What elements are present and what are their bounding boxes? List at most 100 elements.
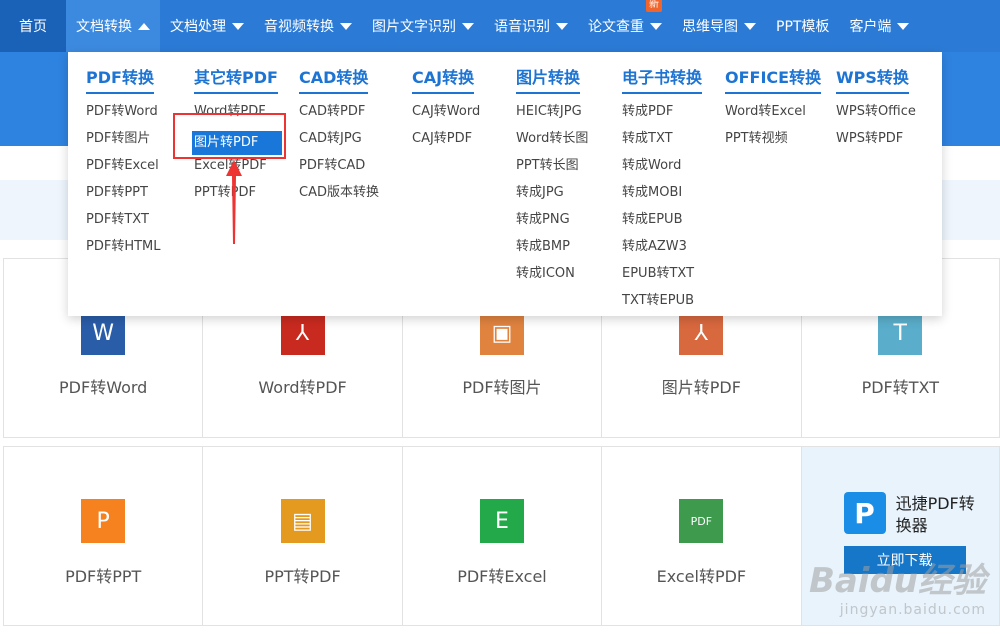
dropdown-column-title[interactable]: WPS转换	[836, 64, 909, 94]
nav-item-2[interactable]: 文档处理	[160, 0, 254, 52]
dropdown-link[interactable]: 转成Word	[622, 158, 702, 185]
word-icon: W	[81, 311, 126, 355]
nav-item-5[interactable]: 语音识别	[484, 0, 578, 52]
dropdown-column-title[interactable]: 其它转PDF	[194, 64, 278, 94]
nav-item-8[interactable]: PPT模板	[766, 0, 839, 52]
dropdown-link[interactable]: 转成AZW3	[622, 239, 702, 266]
highlight-box	[173, 113, 286, 159]
dropdown-column-title[interactable]: CAD转换	[299, 64, 369, 94]
dropdown-column-0: PDF转换 PDF转Word PDF转图片 PDF转Excel PDF转PPT PDF转T…	[86, 64, 161, 266]
tool-tile-label: 图片转PDF	[661, 378, 741, 397]
dropdown-link-label: 转成PNG	[516, 212, 570, 227]
dropdown-link-label: PDF转图片	[86, 131, 151, 146]
dropdown-column-2: CAD转换 CAD转PDF CAD转JPG PDF转CAD CAD版本转换	[299, 64, 379, 212]
dropdown-link[interactable]: PDF转TXT	[86, 212, 161, 239]
dropdown-link[interactable]: TXT转EPUB	[622, 293, 702, 320]
tool-tile-label: PPT转PDF	[264, 567, 341, 586]
dropdown-link[interactable]: PDF转Excel	[86, 158, 161, 185]
dropdown-link[interactable]: PPT转长图	[516, 158, 588, 185]
dropdown-link[interactable]: 转成MOBI	[622, 185, 702, 212]
dropdown-link-label: CAJ转PDF	[412, 131, 473, 146]
tool-tile[interactable]: P PDF转PPT	[3, 446, 203, 626]
dropdown-link-label: PDF转Word	[86, 104, 158, 119]
dropdown-link[interactable]: Word转Excel	[725, 104, 821, 131]
dropdown-link-label: TXT转EPUB	[622, 293, 695, 308]
nav-item-label: 论文查重	[588, 19, 644, 35]
excel-icon: E	[479, 499, 524, 543]
dropdown-link[interactable]: CAD转PDF	[299, 104, 379, 131]
dropdown-column-title[interactable]: CAJ转换	[412, 64, 475, 94]
dropdown-link-label: 转成ICON	[516, 266, 575, 281]
dropdown-link[interactable]: PDF转CAD	[299, 158, 379, 185]
ppt-pdf-icon: ▤	[280, 499, 325, 543]
dropdown-column-title[interactable]: PDF转换	[86, 64, 154, 94]
dropdown-link[interactable]: EPUB转TXT	[622, 266, 702, 293]
dropdown-link[interactable]: Word转长图	[516, 131, 588, 158]
dropdown-link-label: 转成JPG	[516, 185, 564, 200]
dropdown-link-label: CAD转JPG	[299, 131, 362, 146]
tool-tile[interactable]: ▤ PPT转PDF	[202, 446, 402, 626]
dropdown-link-label: PPT转视频	[725, 131, 788, 146]
caret-down-icon	[744, 22, 756, 30]
nav-item-4[interactable]: 图片文字识别	[362, 0, 484, 52]
nav-item-label: 语音识别	[494, 19, 550, 35]
dropdown-link[interactable]: CAD转JPG	[299, 131, 379, 158]
dropdown-link[interactable]: 转成PNG	[516, 212, 588, 239]
nav-item-7[interactable]: 思维导图	[672, 0, 766, 52]
nav-item-9[interactable]: 客户端	[839, 0, 919, 52]
tool-tile-label: PDF转PPT	[65, 567, 142, 586]
dropdown-column-6: OFFICE转换 Word转Excel PPT转视频	[725, 64, 822, 158]
caret-down-icon	[897, 22, 910, 30]
dropdown-link[interactable]: 转成EPUB	[622, 212, 702, 239]
nav-item-0[interactable]: 首页	[0, 0, 66, 52]
nav-item-label: 文档处理	[170, 19, 226, 35]
dropdown-link-label: CAD转PDF	[299, 104, 366, 119]
dropdown-link[interactable]: CAJ转PDF	[412, 131, 480, 158]
dropdown-link[interactable]: HEIC转JPG	[516, 104, 588, 131]
watermark-url: jingyan.baidu.com	[839, 602, 986, 618]
dropdown-link-label: CAD版本转换	[299, 185, 379, 200]
dropdown-link-label: PDF转TXT	[86, 212, 149, 227]
dropdown-link-label: 转成BMP	[516, 239, 570, 254]
dropdown-link-label: PDF转PPT	[86, 185, 148, 200]
dropdown-link-label: 转成MOBI	[622, 185, 683, 200]
dropdown-link[interactable]: CAJ转Word	[412, 104, 480, 131]
dropdown-link[interactable]: CAD版本转换	[299, 185, 379, 212]
doc-convert-dropdown: PDF转换 PDF转Word PDF转图片 PDF转Excel PDF转PPT PDF转T…	[68, 52, 942, 316]
dropdown-link-label: 转成PDF	[622, 104, 674, 119]
caret-down-icon	[232, 22, 244, 30]
dropdown-link-label: Word转Excel	[725, 104, 806, 119]
tool-tile-label: PDF转Excel	[457, 567, 547, 586]
dropdown-link[interactable]: 转成JPG	[516, 185, 588, 212]
caret-down-icon	[556, 22, 568, 30]
dropdown-link[interactable]: 转成ICON	[516, 266, 588, 293]
dropdown-column-title[interactable]: OFFICE转换	[725, 64, 822, 94]
nav-item-label: 音视频转换	[264, 19, 334, 35]
dropdown-link[interactable]: PDF转图片	[86, 131, 161, 158]
tool-tile-label: Word转PDF	[258, 378, 347, 397]
nav-item-6[interactable]: 论文查重新	[578, 0, 672, 52]
dropdown-link[interactable]: PDF转HTML	[86, 239, 161, 266]
nav-item-3[interactable]: 音视频转换	[254, 0, 362, 52]
dropdown-link[interactable]: 转成PDF	[622, 104, 702, 131]
app-logo-icon: P	[843, 492, 886, 534]
tool-tile-label: PDF转Word	[59, 378, 148, 397]
nav-item-1[interactable]: 文档转换	[66, 0, 160, 52]
dropdown-link[interactable]: 转成TXT	[622, 131, 702, 158]
dropdown-link[interactable]: 转成BMP	[516, 239, 588, 266]
tool-tile[interactable]: E PDF转Excel	[401, 446, 602, 626]
dropdown-link[interactable]: PDF转Word	[86, 104, 161, 131]
dropdown-link-label: Word转长图	[516, 131, 589, 146]
dropdown-column-title[interactable]: 图片转换	[516, 64, 581, 94]
dropdown-link[interactable]: PDF转PPT	[86, 185, 161, 212]
dropdown-link[interactable]: WPS转Office	[836, 104, 916, 131]
dropdown-link[interactable]: PPT转视频	[725, 131, 821, 158]
dropdown-link-label: WPS转PDF	[836, 131, 904, 146]
dropdown-link[interactable]: WPS转PDF	[836, 131, 916, 158]
nav-item-label: 客户端	[849, 19, 892, 35]
tool-tile[interactable]: PDF Excel转PDF	[601, 446, 801, 626]
excel-pdf-icon: PDF	[679, 499, 724, 543]
promo-title: 迅捷PDF转换器	[895, 494, 975, 535]
dropdown-column-title[interactable]: 电子书转换	[622, 64, 703, 94]
dropdown-column-4: 图片转换 HEIC转JPG Word转长图 PPT转长图 转成JPG 转成PNG 转成BMP…	[516, 64, 588, 293]
